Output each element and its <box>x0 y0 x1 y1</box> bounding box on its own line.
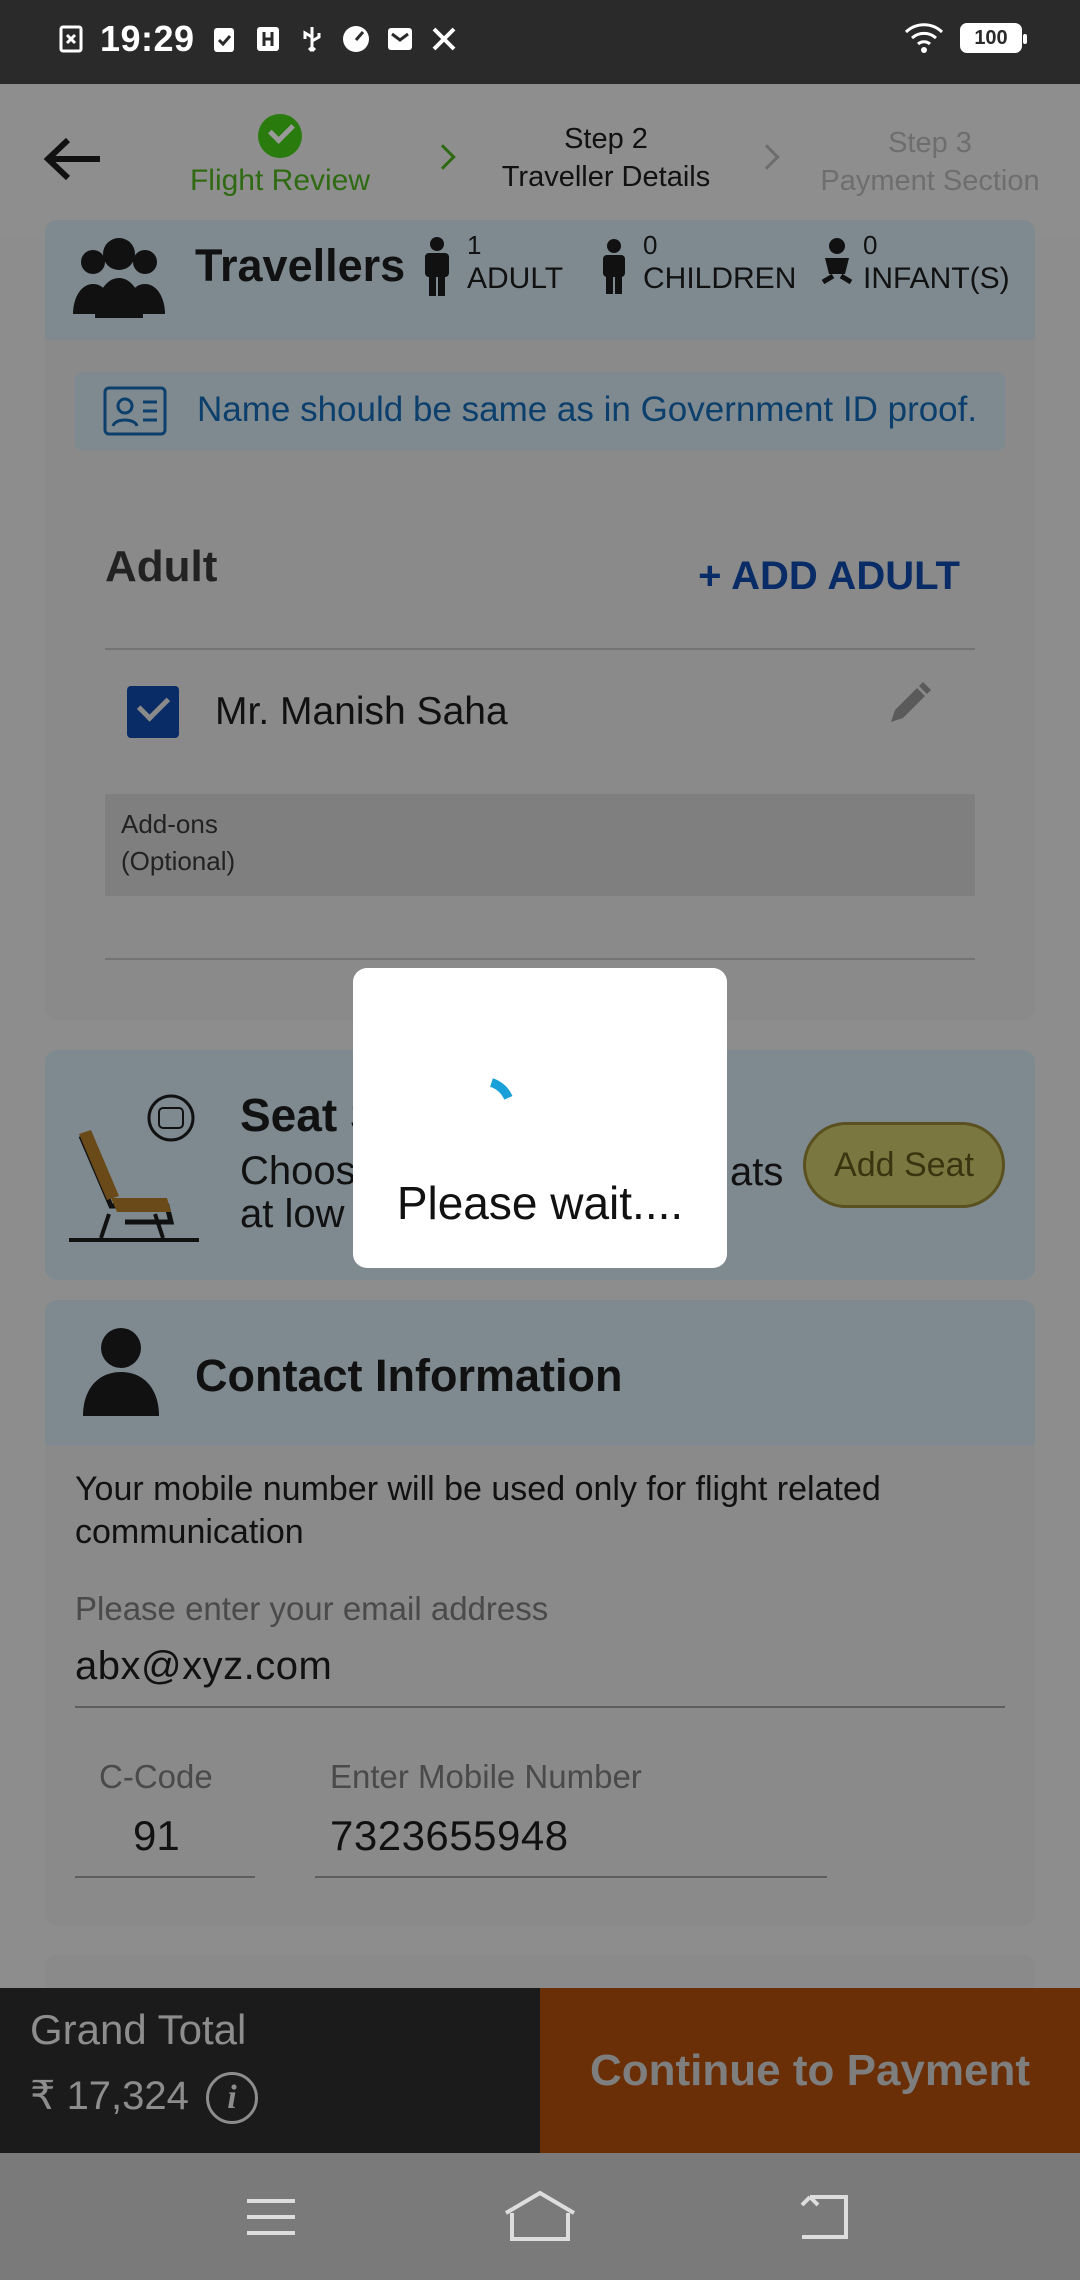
divider <box>105 958 975 960</box>
step-flight-review[interactable]: Flight Review <box>180 114 380 200</box>
continue-to-payment-button[interactable]: Continue to Payment <box>540 1988 1080 2153</box>
pax-infants: 0 INFANT(S) <box>863 228 1010 296</box>
step-payment-section: Step 3 Payment Section <box>810 124 1050 200</box>
notice-text: Name should be same as in Government ID … <box>197 390 978 429</box>
pax-adult: 1 ADULT <box>467 228 563 296</box>
chevron-right-icon <box>430 144 456 170</box>
usb-icon <box>303 27 321 53</box>
travellers-header: Travellers 1 ADULT 0 CHILDREN 0 INFANT(S) <box>45 220 1035 340</box>
id-card-icon <box>103 386 167 436</box>
grand-total-box: Grand Total ₹ 17,324 i <box>0 1988 540 2153</box>
contact-description: Your mobile number will be used only for… <box>75 1470 881 1551</box>
step-traveller-details: Step 2 Traveller Details <box>486 120 726 196</box>
add-seat-button[interactable]: Add Seat <box>803 1122 1005 1208</box>
pax-label: INFANT(S) <box>863 262 1010 295</box>
id-proof-notice: Name should be same as in Government ID … <box>75 372 1005 450</box>
person-icon <box>83 1328 159 1416</box>
pax-count: 0 <box>643 230 658 260</box>
edit-pencil-icon[interactable] <box>883 682 935 728</box>
status-bar: 19:29 100 <box>0 0 1080 84</box>
country-code-underline <box>75 1876 255 1878</box>
pax-children: 0 CHILDREN <box>643 228 796 296</box>
home-icon[interactable] <box>502 2189 578 2245</box>
step-label: Payment Section <box>820 165 1040 197</box>
chevron-right-icon <box>754 144 780 170</box>
adult-section-label: Adult <box>105 542 218 591</box>
step-label: Traveller Details <box>501 161 711 193</box>
menu-icon[interactable] <box>243 2189 299 2245</box>
status-time: 19:29 <box>100 18 195 59</box>
addons-optional: (Optional) <box>121 846 236 876</box>
bottom-bar: Grand Total ₹ 17,324 i Continue to Payme… <box>0 1988 1080 2153</box>
email-label: Please enter your email address <box>75 1590 549 1627</box>
email-underline <box>75 1706 1005 1708</box>
mobile-label: Enter Mobile Number <box>330 1758 642 1795</box>
child-icon <box>603 239 625 294</box>
country-code-label: C-Code <box>99 1758 213 1795</box>
usb-debug-icon <box>256 27 279 51</box>
travellers-title: Travellers <box>195 240 406 291</box>
contact-title: Contact Information <box>195 1350 623 1401</box>
addons-title: Add-ons <box>121 809 218 839</box>
back-arrow-icon[interactable] <box>42 134 102 184</box>
check-icon <box>258 114 302 158</box>
group-icon <box>73 238 165 318</box>
mobile-input[interactable]: 7323655948 <box>330 1812 569 1860</box>
mail-icon <box>387 28 412 50</box>
step-number: Step 2 <box>564 123 648 155</box>
travellers-card: Travellers 1 ADULT 0 CHILDREN 0 INFANT(S) N… <box>45 220 1035 1020</box>
seat-subtitle-fragment: ats <box>730 1150 784 1194</box>
contact-card: Contact Information Your mobile number w… <box>45 1300 1035 1926</box>
system-nav-bar <box>0 2153 1080 2280</box>
infant-icon <box>821 238 853 285</box>
clipboard-check-icon <box>213 28 234 52</box>
mobile-underline <box>315 1876 827 1878</box>
screenshot-icon <box>59 25 83 53</box>
contact-header: Contact Information <box>45 1300 1035 1445</box>
tools-icon <box>432 27 455 51</box>
addons-label: Add-ons (Optional) <box>121 806 235 880</box>
pax-label: ADULT <box>467 262 564 295</box>
adult-icon <box>425 237 449 296</box>
loading-dialog: Please wait.... <box>353 968 727 1268</box>
speedometer-icon <box>342 26 369 52</box>
loading-spinner-icon <box>489 1078 513 1100</box>
pax-label: CHILDREN <box>643 262 797 295</box>
battery-icon: 100 <box>960 23 1027 53</box>
battery-level: 100 <box>974 26 1008 49</box>
grand-total-value: ₹ 17,324 <box>30 2074 189 2118</box>
pax-count: 0 <box>863 230 878 260</box>
divider <box>105 648 975 650</box>
wifi-icon <box>904 23 944 53</box>
pax-count: 1 <box>467 230 482 260</box>
seat-icon <box>69 1094 199 1242</box>
country-code-input[interactable]: 91 <box>133 1812 180 1860</box>
add-adult-button[interactable]: + ADD ADULT <box>698 554 960 599</box>
email-input[interactable]: abx@xyz.com <box>75 1644 332 1689</box>
step-label: Flight Review <box>189 164 371 197</box>
step-number: Step 3 <box>888 127 972 159</box>
info-icon[interactable]: i <box>206 2072 258 2124</box>
loading-text: Please wait.... <box>396 1177 684 1229</box>
stepper-header: Flight Review Step 2 Traveller Details S… <box>0 84 1080 234</box>
addons-section[interactable]: Add-ons (Optional) <box>105 794 975 896</box>
grand-total-label: Grand Total <box>30 2006 247 2053</box>
back-icon[interactable] <box>794 2189 850 2245</box>
traveller-checkbox[interactable] <box>127 686 179 738</box>
traveller-name: Mr. Manish Saha <box>215 690 508 733</box>
